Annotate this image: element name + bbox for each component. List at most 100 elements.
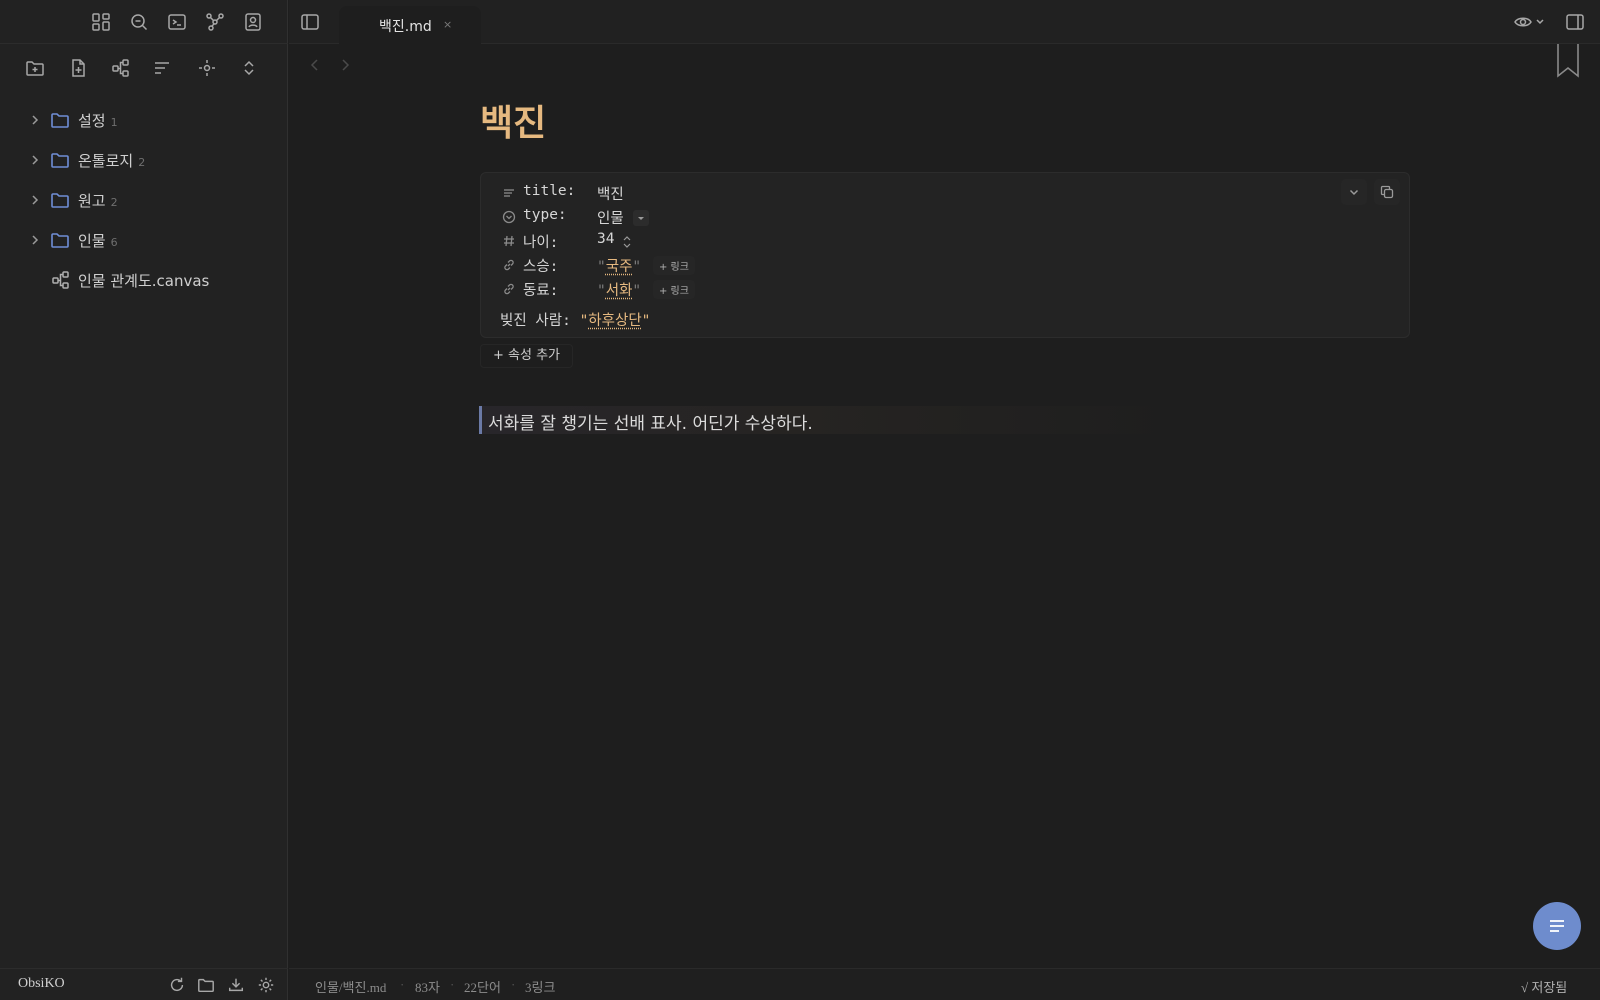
tab-active[interactable]: 백진.md ×: [339, 6, 481, 44]
tree-folder-ontology[interactable]: 온톨로지 2: [0, 140, 288, 180]
number-stepper-icon[interactable]: [621, 235, 633, 249]
menu-lines-icon: [1550, 920, 1564, 932]
add-link-button[interactable]: + 링크: [653, 280, 695, 299]
back-arrow-icon[interactable]: [307, 56, 323, 74]
left-sidebar-toggle-icon[interactable]: [300, 12, 320, 32]
explorer-toolbar: [0, 52, 288, 84]
dashboard-icon[interactable]: [90, 11, 112, 33]
link-icon: [502, 282, 516, 296]
folder-icon: [50, 150, 70, 170]
note-body-text[interactable]: 서화를 잘 챙기는 선배 표사. 어딘가 수상하다.: [488, 409, 813, 434]
quote-mark: ": [597, 259, 606, 275]
open-folder-icon[interactable]: [196, 975, 216, 995]
property-key: 스승:: [523, 259, 559, 275]
search-icon[interactable]: [128, 11, 150, 33]
forward-arrow-icon[interactable]: [337, 56, 353, 74]
sort-icon[interactable]: [151, 57, 173, 79]
status-file-path[interactable]: 인물/백진.md: [315, 977, 386, 996]
chevron-right-icon[interactable]: [27, 112, 43, 128]
property-value[interactable]: 34: [597, 231, 614, 247]
property-key: 나이:: [523, 235, 559, 251]
status-link-count: 3링크: [525, 980, 556, 995]
new-canvas-icon[interactable]: [110, 57, 132, 79]
link-icon: [502, 258, 516, 272]
chevron-down-icon[interactable]: [1341, 179, 1367, 205]
circle-chevron-icon: [502, 210, 516, 224]
quote-mark: ": [597, 283, 606, 299]
status-separator: ·: [511, 977, 516, 992]
status-separator: ·: [400, 977, 405, 992]
internal-link[interactable]: 하후상단: [588, 313, 641, 329]
tree-item-label: 온톨로지 2: [78, 152, 146, 170]
add-property-button[interactable]: + 속성 추가: [480, 344, 573, 368]
editor-pane: 백진.md × 백진 title: 백진 type: 인물 나이: 34 스승:…: [289, 0, 1600, 1000]
folder-icon: [50, 230, 70, 250]
tree-item-count: 2: [138, 156, 146, 169]
property-age[interactable]: 나이: 34: [481, 229, 1409, 253]
chevron-right-icon[interactable]: [27, 152, 43, 168]
terminal-icon[interactable]: [166, 11, 188, 33]
properties-block: title: 백진 type: 인물 나이: 34 스승: "국주" + 링크 …: [480, 172, 1410, 338]
property-key: 빚진 사람:: [500, 313, 571, 329]
tree-item-count: 6: [110, 236, 118, 249]
tree-folder-settings[interactable]: 설정 1: [0, 100, 288, 140]
property-title[interactable]: title: 백진: [481, 181, 1409, 205]
note-title[interactable]: 백진: [480, 94, 546, 146]
internal-link[interactable]: 서화: [606, 283, 633, 299]
copy-icon[interactable]: [1374, 179, 1400, 205]
quote-mark: ": [579, 313, 589, 329]
file-explorer-sidebar: 설정 1 온톨로지 2 원고 2 인물 6 인물 관계도.canvas ObsiKO: [0, 0, 288, 1000]
property-key: title:: [523, 183, 576, 199]
tree-item-count: 1: [110, 116, 118, 129]
property-debtor-raw[interactable]: 빚진 사람: "하후상단": [500, 309, 650, 330]
collapse-icon[interactable]: [238, 57, 260, 79]
tab-close-icon[interactable]: ×: [443, 18, 452, 31]
download-icon[interactable]: [226, 975, 246, 995]
status-saved: √ 저장됨: [1521, 980, 1568, 995]
property-type[interactable]: type: 인물: [481, 205, 1409, 229]
new-folder-icon[interactable]: [24, 57, 46, 79]
settings-gear-icon[interactable]: [256, 975, 276, 995]
vault-name[interactable]: ObsiKO: [18, 976, 65, 992]
status-char-count: 83자: [415, 980, 440, 995]
tree-folder-characters[interactable]: 인물 6: [0, 220, 288, 260]
tab-title: 백진.md: [379, 19, 432, 35]
add-link-button[interactable]: + 링크: [653, 256, 695, 275]
bookmark-icon[interactable]: [1555, 44, 1581, 78]
sync-icon[interactable]: [167, 975, 187, 995]
text-lines-icon: [502, 186, 516, 200]
property-key: 동료:: [523, 283, 559, 299]
status-bar: 인물/백진.md · 83자 · 22단어 · 3링크 √ 저장됨: [289, 968, 1600, 1000]
folder-icon: [50, 110, 70, 130]
chevron-right-icon[interactable]: [27, 192, 43, 208]
tab-bar: 백진.md ×: [289, 0, 1600, 44]
tree-file-canvas[interactable]: 인물 관계도.canvas: [0, 260, 288, 300]
property-value[interactable]: 백진: [597, 183, 624, 204]
property-key: type:: [523, 207, 567, 223]
reading-view-icon[interactable]: [1513, 12, 1547, 32]
quote-mark: ": [632, 283, 642, 299]
reveal-icon[interactable]: [196, 57, 218, 79]
internal-link[interactable]: 국주: [606, 259, 633, 275]
new-note-icon[interactable]: [67, 57, 89, 79]
chevron-right-icon[interactable]: [27, 232, 43, 248]
property-value[interactable]: "국주": [597, 255, 641, 276]
contact-icon[interactable]: [242, 11, 264, 33]
table-of-contents-button[interactable]: [1533, 902, 1581, 950]
property-value[interactable]: 인물: [597, 207, 624, 228]
tree-item-label: 설정 1: [78, 112, 118, 130]
dropdown-caret-icon[interactable]: [633, 210, 649, 226]
property-colleague[interactable]: 동료: "서화" + 링크: [481, 277, 1409, 301]
right-sidebar-toggle-icon[interactable]: [1565, 12, 1585, 32]
tree-item-label: 원고 2: [78, 192, 118, 210]
graph-icon[interactable]: [204, 11, 226, 33]
property-mentor[interactable]: 스승: "국주" + 링크: [481, 253, 1409, 277]
status-word-count: 22단어: [464, 980, 501, 995]
ribbon-top: [0, 0, 288, 44]
quote-mark: ": [641, 313, 651, 329]
active-line[interactable]: 서화를 잘 챙기는 선배 표사. 어딘가 수상하다.: [479, 406, 1179, 434]
canvas-icon: [51, 270, 71, 290]
tree-item-label: 인물 6: [78, 232, 118, 250]
property-value[interactable]: "서화": [597, 279, 641, 300]
tree-folder-manuscript[interactable]: 원고 2: [0, 180, 288, 220]
